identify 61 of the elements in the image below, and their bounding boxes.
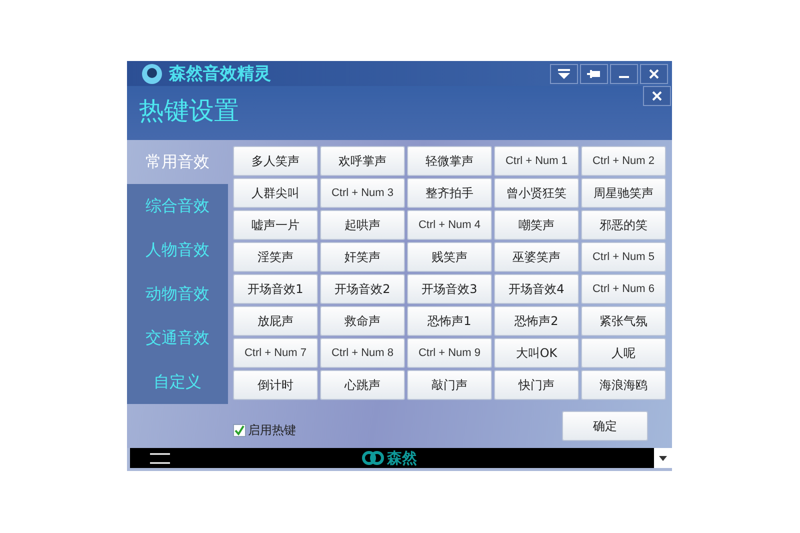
sound-button[interactable]: 淫笑声: [233, 242, 318, 272]
sound-button[interactable]: Ctrl + Num 3: [320, 178, 405, 208]
dialog-title: 热键设置: [139, 95, 239, 127]
logo-icon: [362, 450, 384, 466]
close-icon: [652, 91, 662, 101]
sound-button[interactable]: 紧张气氛: [581, 306, 666, 336]
sound-button[interactable]: 恐怖声1: [407, 306, 492, 336]
sound-button[interactable]: 心跳声: [320, 370, 405, 400]
sound-button[interactable]: 轻微掌声: [407, 146, 492, 176]
sound-button[interactable]: 起哄声: [320, 210, 405, 240]
sound-button[interactable]: 大叫OK: [494, 338, 579, 368]
sound-button[interactable]: Ctrl + Num 2: [581, 146, 666, 176]
sound-button[interactable]: 奸笑声: [320, 242, 405, 272]
sound-button[interactable]: 海浪海鸥: [581, 370, 666, 400]
close-button[interactable]: [640, 64, 668, 84]
pin-button[interactable]: [580, 64, 608, 84]
caret-icon: [659, 456, 667, 460]
sound-button[interactable]: Ctrl + Num 7: [233, 338, 318, 368]
close-icon: [649, 68, 659, 78]
sound-button[interactable]: 恐怖声2: [494, 306, 579, 336]
check-icon: [234, 424, 245, 436]
sound-button[interactable]: 敲门声: [407, 370, 492, 400]
sound-button[interactable]: 嘲笑声: [494, 210, 579, 240]
sound-button[interactable]: 邪恶的笑: [581, 210, 666, 240]
sound-button[interactable]: 巫婆笑声: [494, 242, 579, 272]
minimize-button[interactable]: [610, 64, 638, 84]
sound-button[interactable]: Ctrl + Num 9: [407, 338, 492, 368]
sound-button[interactable]: 人呢: [581, 338, 666, 368]
sound-button[interactable]: 快门声: [494, 370, 579, 400]
app-logo-icon: [141, 62, 163, 84]
sound-button[interactable]: 嘘声一片: [233, 210, 318, 240]
sound-button[interactable]: 开场音效1: [233, 274, 318, 304]
sound-button[interactable]: Ctrl + Num 1: [494, 146, 579, 176]
pin-icon: [587, 68, 601, 78]
enable-hotkeys-checkbox[interactable]: 启用热键: [233, 422, 296, 438]
dropdown-button[interactable]: [654, 448, 672, 468]
sound-button[interactable]: 救命声: [320, 306, 405, 336]
sound-button[interactable]: 周星驰笑声: [581, 178, 666, 208]
sound-button[interactable]: 开场音效3: [407, 274, 492, 304]
sound-button[interactable]: 倒计时: [233, 370, 318, 400]
sound-button[interactable]: 人群尖叫: [233, 178, 318, 208]
sound-button[interactable]: 贱笑声: [407, 242, 492, 272]
sound-button[interactable]: 整齐拍手: [407, 178, 492, 208]
sound-button[interactable]: 开场音效2: [320, 274, 405, 304]
sound-button[interactable]: Ctrl + Num 6: [581, 274, 666, 304]
sound-button[interactable]: 多人笑声: [233, 146, 318, 176]
close-button[interactable]: [643, 86, 671, 106]
minimize-icon: [619, 76, 629, 78]
logo-text: 森然: [387, 448, 417, 468]
sound-button[interactable]: 开场音效4: [494, 274, 579, 304]
menu-icon: [150, 452, 170, 464]
sound-button[interactable]: Ctrl + Num 4: [407, 210, 492, 240]
dropdown-button[interactable]: [550, 64, 578, 84]
sound-button[interactable]: 曾小贤狂笑: [494, 178, 579, 208]
sound-button[interactable]: 放屁声: [233, 306, 318, 336]
sound-button[interactable]: Ctrl + Num 8: [320, 338, 405, 368]
ok-button[interactable]: 确定: [562, 411, 648, 441]
sound-button[interactable]: Ctrl + Num 5: [581, 242, 666, 272]
dropdown-icon: [558, 68, 570, 78]
app-title: 森然音效精灵: [169, 63, 272, 85]
sound-button[interactable]: 欢呼掌声: [320, 146, 405, 176]
